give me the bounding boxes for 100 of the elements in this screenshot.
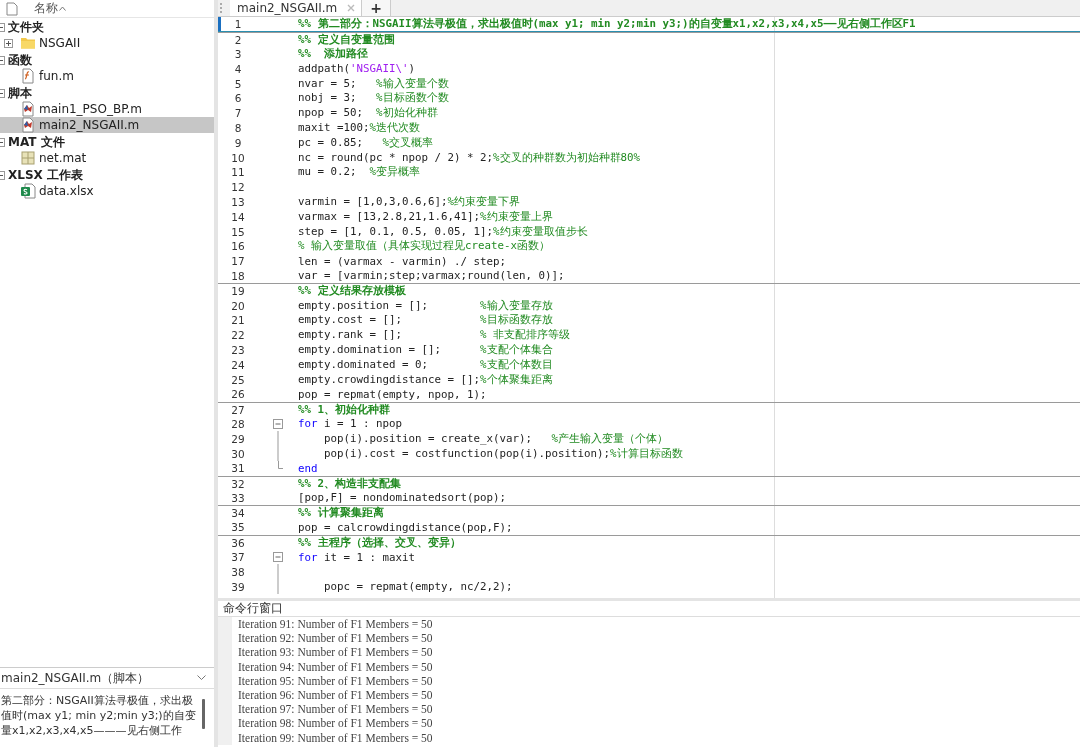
code-line: mu = 0.2; %变异概率 xyxy=(297,165,421,180)
fold-icon[interactable] xyxy=(273,552,283,563)
code-line: %% 2、构造非支配集 xyxy=(297,476,401,491)
code-line: pop = repmat(empty, npop, 1); xyxy=(297,387,487,401)
output-line: Iteration 94: Number of F1 Members = 50 xyxy=(238,659,434,674)
code-line: empty.domination = []; %支配个体集合 xyxy=(297,342,553,357)
code-line: empty.crowdingdistance = [];%个体聚集距离 xyxy=(297,372,553,387)
grid-file-icon xyxy=(20,150,36,166)
code-line: %% 1、初始化种群 xyxy=(297,402,390,417)
folder-icon xyxy=(20,35,36,51)
group-label: 文件夹 xyxy=(8,18,44,36)
code-line: addpath('NSGAII\') xyxy=(297,62,416,76)
line-number: 26 xyxy=(230,388,246,401)
scrollbar-thumb[interactable] xyxy=(202,699,205,729)
line-number: 14 xyxy=(230,210,246,223)
line-number: 30 xyxy=(230,447,246,460)
group-label: MAT 文件 xyxy=(8,133,65,151)
spreadsheet-file-icon xyxy=(20,183,36,199)
file-item[interactable]: main1_PSO_BP.m xyxy=(0,101,214,117)
file-item[interactable]: main2_NSGAII.m xyxy=(0,117,214,133)
code-line: nobj = 3; %目标函数个数 xyxy=(297,91,449,106)
output-line: Iteration 98: Number of F1 Members = 50 xyxy=(238,716,434,731)
line-number: 7 xyxy=(233,107,243,120)
line-number: 24 xyxy=(230,358,246,371)
code-line: %% 主程序（选择、交叉、变异） xyxy=(297,535,461,550)
line-number: 19 xyxy=(230,285,246,298)
expand-icon[interactable] xyxy=(4,38,13,48)
code-line: nc = round(pc * npop / 2) * 2;%交叉的种群数为初始种群80% xyxy=(297,150,641,165)
code-line: pc = 0.85; %交叉概率 xyxy=(297,135,434,150)
output-line: Iteration 96: Number of F1 Members = 50 xyxy=(238,687,434,703)
editor-tab[interactable]: main2_NSGAII.m xyxy=(230,0,363,16)
fold-icon[interactable] xyxy=(273,418,283,429)
drag-grip[interactable] xyxy=(220,3,224,13)
code-line: varmax = [13,2.8,21,1.6,41];%约束变量上界 xyxy=(297,209,553,224)
line-number: 22 xyxy=(230,329,246,342)
code-line: %% 第二部分：NSGAII算法寻极值，求出极值时(max y1; min y2;min y3;)的自变量x1,x2,x3,x4,x5——见右侧工作区F1 xyxy=(297,17,916,31)
code-line: empty.dominated = 0; %支配个体数目 xyxy=(297,357,553,372)
panel-title: 命令行窗口 xyxy=(218,601,1080,617)
line-number: 33 xyxy=(230,491,246,504)
file-item[interactable]: NSGAII xyxy=(0,35,214,51)
line-number: 20 xyxy=(230,299,246,312)
code-line: varmin = [1,0,3,0.6,6];%约束变量下界 xyxy=(297,194,521,209)
code-line: var = [varmin;step;varmax;round(len, 0)]; xyxy=(297,269,565,283)
code-line: for i = 1 : npop xyxy=(297,417,403,431)
line-number: 4 xyxy=(233,62,243,75)
description-text: 第二部分：NSGAII算法寻极值，求出极值时(max y1; min y2;min y3;)的自变量x1,x2,x3,x4,x5———见右侧工作 xyxy=(1,693,197,738)
group-label: XLSX 工作表 xyxy=(8,166,83,184)
code-line: len = (varmax - varmin) ./ step; xyxy=(297,254,506,268)
line-number: 18 xyxy=(230,269,246,282)
column-label: 名称 xyxy=(34,0,58,17)
line-number: 2 xyxy=(233,33,243,46)
line-number: 8 xyxy=(233,121,243,134)
code-line: npop = 50; %初始化种群 xyxy=(297,106,438,121)
output-line: Iteration 91: Number of F1 Members = 50 xyxy=(238,617,434,632)
code-line: empty.rank = []; % 非支配排序等级 xyxy=(297,328,571,343)
output-line: Iteration 92: Number of F1 Members = 50 xyxy=(238,631,434,646)
line-number: 37 xyxy=(230,551,246,564)
code-line: for it = 1 : maxit xyxy=(297,550,416,564)
script-file-icon xyxy=(20,101,36,117)
code-line: nvar = 5; %输入变量个数 xyxy=(297,76,449,91)
group-label: 函数 xyxy=(8,51,32,69)
code-line: % 输入变量取值（具体实现过程见create-x函数） xyxy=(297,239,550,254)
new-tab-button[interactable]: + xyxy=(362,0,392,16)
file-item[interactable]: data.xlsx xyxy=(0,183,214,199)
details-title: main2_NSGAII.m（脚本） xyxy=(1,669,150,687)
line-number: 21 xyxy=(230,314,246,327)
code-line: %% 计算聚集距离 xyxy=(297,506,384,521)
line-number: 10 xyxy=(230,151,246,164)
line-number: 16 xyxy=(230,240,246,253)
line-number: 29 xyxy=(230,432,246,445)
line-number: 28 xyxy=(230,417,246,430)
file-item[interactable]: net.mat xyxy=(0,150,214,166)
output-line: Iteration 95: Number of F1 Members = 50 xyxy=(238,673,434,688)
line-number: 34 xyxy=(230,507,246,520)
code-line: [pop,F] = nondominatedsort(pop); xyxy=(297,491,506,505)
code-line: %% 定义自变量范围 xyxy=(297,32,395,47)
code-line: pop(i).cost = costfunction(pop(i).position);%计算目标函数 xyxy=(323,446,683,461)
column-header[interactable]: 名称 xyxy=(0,0,214,18)
line-number: 32 xyxy=(230,477,246,490)
line-number: 39 xyxy=(230,580,246,593)
file-item[interactable]: fun.m xyxy=(0,68,214,84)
line-number: 1 xyxy=(233,17,243,30)
line-number: 27 xyxy=(230,403,246,416)
line-number: 35 xyxy=(230,521,246,534)
line-number: 6 xyxy=(233,92,243,105)
code-line: pop(i).position = create_x(var); %产生输入变量（个体） xyxy=(323,431,669,446)
sort-ascending-icon xyxy=(59,6,66,11)
code-line: maxit =100;%迭代次数 xyxy=(297,120,421,135)
code-line: %% 添加路径 xyxy=(297,47,368,61)
code-line: step = [1, 0.1, 0.5, 0.05, 1];%约束变量取值步长 xyxy=(297,224,588,239)
chevron-down-icon xyxy=(197,675,206,681)
line-number: 31 xyxy=(230,462,246,475)
code-line: %% 定义结果存放模板 xyxy=(297,284,406,299)
line-number: 38 xyxy=(230,565,246,578)
code-line: pop = calcrowdingdistance(pop,F); xyxy=(297,521,513,534)
line-number: 9 xyxy=(233,136,243,149)
line-number: 15 xyxy=(230,225,246,238)
output-line: Iteration 97: Number of F1 Members = 50 xyxy=(238,702,434,717)
line-number: 12 xyxy=(230,181,246,194)
details-header[interactable]: main2_NSGAII.m（脚本） xyxy=(0,668,214,689)
